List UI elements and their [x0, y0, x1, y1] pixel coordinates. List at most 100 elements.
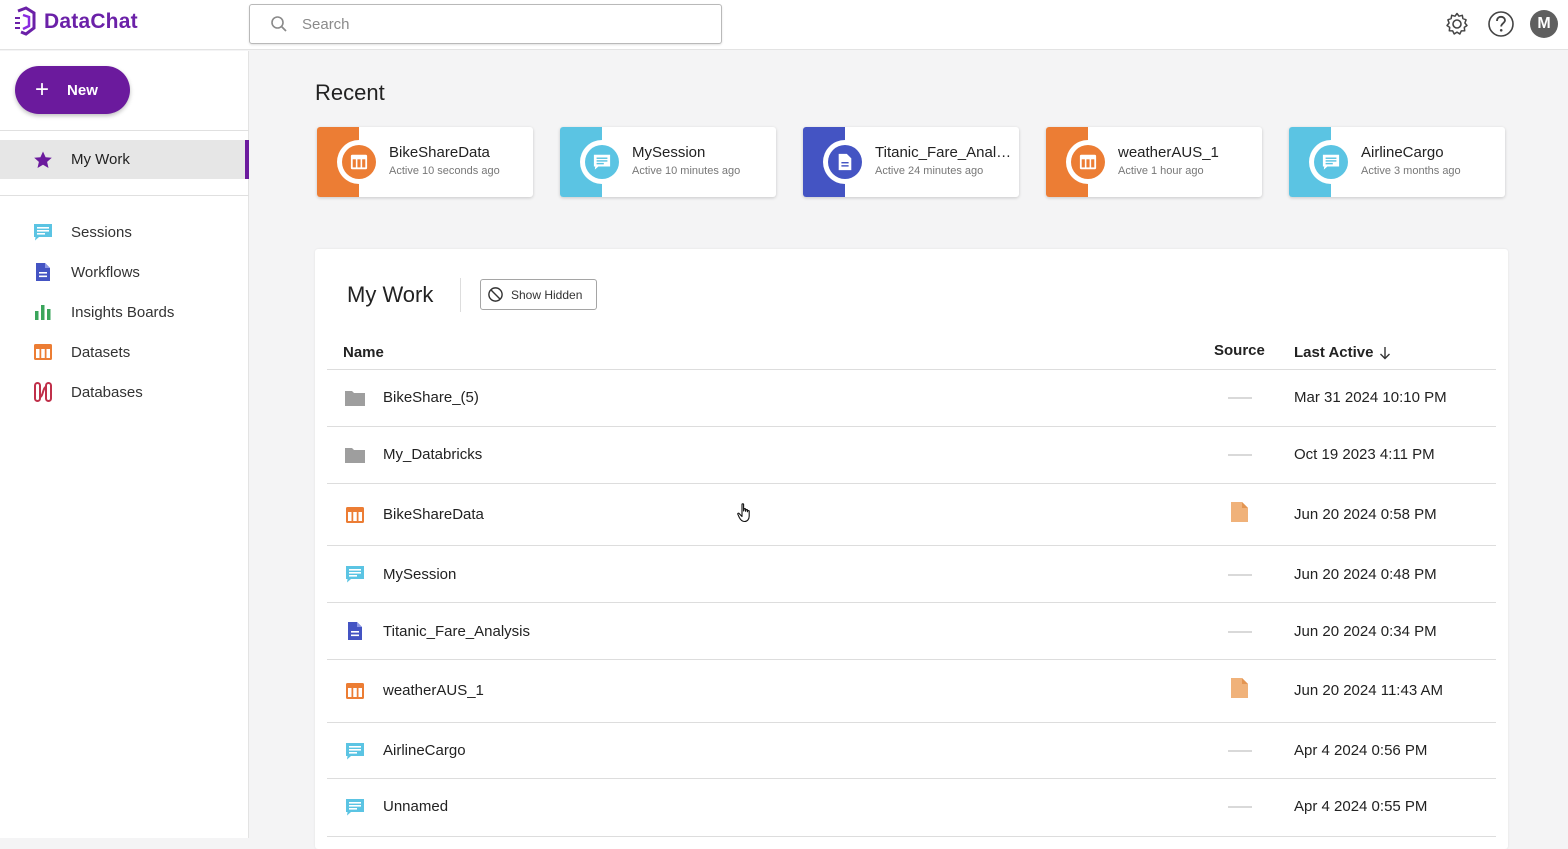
datachat-logo[interactable]: DataChat	[12, 6, 138, 38]
table-row[interactable]: MySession Jun 20 2024 0:48 PM	[327, 546, 1496, 603]
sidebar: + New My Work Sessions Workflows Insight…	[0, 51, 249, 838]
card-title: MySession	[632, 144, 706, 161]
column-header-source[interactable]: Source	[1214, 342, 1265, 359]
document-icon	[838, 153, 852, 171]
source-empty	[1228, 397, 1252, 399]
document-icon	[36, 263, 50, 281]
row-last-active: Apr 4 2024 0:56 PM	[1294, 742, 1428, 759]
table-row[interactable]: My_Databricks Oct 19 2023 4:11 PM	[327, 427, 1496, 484]
sidebar-item-my-work[interactable]: My Work	[0, 140, 249, 179]
database-icon	[34, 382, 52, 402]
show-hidden-button[interactable]: Show Hidden	[480, 279, 597, 310]
divider	[460, 278, 461, 312]
card-subtitle: Active 24 minutes ago	[875, 165, 984, 177]
table-icon	[1079, 154, 1097, 170]
table-row[interactable]: AirlineCargo Apr 4 2024 0:56 PM	[327, 723, 1496, 779]
arrow-down-icon	[1380, 346, 1391, 359]
sidebar-item-datasets[interactable]: Datasets	[0, 332, 249, 372]
sidebar-item-label: Datasets	[71, 343, 131, 361]
table-row[interactable]: BikeShare_(5) Mar 31 2024 10:10 PM	[327, 370, 1496, 427]
sidebar-item-sessions[interactable]: Sessions	[0, 212, 249, 252]
row-last-active: Jun 20 2024 0:48 PM	[1294, 566, 1437, 583]
recent-card[interactable]: Titanic_Fare_Anal… Active 24 minutes ago	[803, 127, 1019, 197]
source-empty	[1228, 454, 1252, 456]
chat-icon	[346, 799, 364, 816]
sidebar-item-databases[interactable]: Databases	[0, 372, 249, 412]
column-header-label: Last Active	[1294, 344, 1374, 361]
table-row[interactable]: Unnamed Apr 4 2024 0:55 PM	[327, 779, 1496, 837]
row-name: BikeShareData	[383, 506, 484, 523]
card-title: Titanic_Fare_Anal…	[875, 144, 1012, 161]
show-hidden-label: Show Hidden	[511, 287, 583, 302]
hand-cursor-icon	[737, 503, 750, 523]
divider	[0, 130, 249, 131]
plus-icon: +	[35, 76, 50, 103]
new-button-label: New	[67, 81, 98, 99]
chat-icon	[593, 154, 611, 170]
sidebar-item-label: Workflows	[71, 263, 140, 281]
table-row[interactable]: BikeShareData Jun 20 2024 0:58 PM	[327, 484, 1496, 546]
card-title: BikeShareData	[389, 144, 490, 161]
row-last-active: Mar 31 2024 10:10 PM	[1294, 389, 1447, 406]
gear-icon	[1446, 12, 1468, 35]
folder-icon	[345, 391, 365, 406]
row-name: BikeShare_(5)	[383, 389, 479, 406]
sidebar-item-label: Insights Boards	[71, 303, 175, 321]
chat-icon	[346, 743, 364, 760]
recent-card[interactable]: MySession Active 10 minutes ago	[560, 127, 776, 197]
recent-card[interactable]: weatherAUS_1 Active 1 hour ago	[1046, 127, 1262, 197]
table-icon	[350, 154, 368, 170]
sidebar-item-insights-boards[interactable]: Insights Boards	[0, 292, 249, 332]
row-last-active: Jun 20 2024 0:34 PM	[1294, 623, 1437, 640]
logo-icon	[15, 6, 36, 36]
row-last-active: Apr 4 2024 0:55 PM	[1294, 798, 1428, 815]
table-icon	[346, 507, 364, 523]
row-last-active: Jun 20 2024 11:43 AM	[1294, 682, 1444, 699]
row-name: Titanic_Fare_Analysis	[383, 623, 531, 640]
sidebar-item-label: Databases	[71, 383, 143, 401]
source-empty	[1228, 750, 1252, 752]
help-icon	[1488, 11, 1514, 37]
document-icon	[348, 622, 362, 640]
card-subtitle: Active 1 hour ago	[1118, 165, 1204, 177]
sidebar-item-workflows[interactable]: Workflows	[0, 252, 249, 292]
row-name: My_Databricks	[383, 446, 483, 463]
app-name: DataChat	[44, 10, 138, 33]
sidebar-item-label: My Work	[71, 151, 130, 168]
row-name: weatherAUS_1	[383, 682, 484, 699]
card-subtitle: Active 10 seconds ago	[389, 165, 500, 177]
source-empty	[1228, 806, 1252, 808]
recent-card[interactable]: BikeShareData Active 10 seconds ago	[317, 127, 533, 197]
divider	[0, 195, 249, 196]
my-work-table: Name Source Last Active BikeShare_(5) Ma…	[327, 333, 1496, 837]
table-icon	[346, 683, 364, 699]
settings-button[interactable]	[1442, 9, 1472, 39]
panel-title: My Work	[347, 282, 434, 307]
card-subtitle: Active 10 minutes ago	[632, 165, 741, 177]
column-header-name[interactable]: Name	[343, 344, 384, 361]
search-bar[interactable]	[249, 4, 722, 44]
chat-icon	[1322, 154, 1340, 170]
chat-icon	[346, 566, 364, 583]
row-name: MySession	[383, 566, 457, 583]
row-last-active: Jun 20 2024 0:58 PM	[1294, 506, 1437, 523]
my-work-panel: My Work Show Hidden Name Source Last Act…	[315, 249, 1508, 849]
star-icon	[34, 151, 52, 168]
table-header: Name Source Last Active	[327, 333, 1496, 370]
bar-chart-icon	[35, 305, 51, 320]
file-icon	[1231, 678, 1248, 698]
folder-icon	[345, 448, 365, 463]
search-input[interactable]	[302, 15, 702, 33]
row-name: Unnamed	[383, 798, 449, 815]
new-button[interactable]: + New	[15, 66, 130, 114]
hidden-icon	[488, 287, 503, 302]
recent-cards: BikeShareData Active 10 seconds ago MySe…	[317, 127, 1505, 197]
recent-card[interactable]: AirlineCargo Active 3 months ago	[1289, 127, 1505, 197]
row-last-active: Oct 19 2023 4:11 PM	[1294, 446, 1435, 463]
column-header-last-active[interactable]: Last Active	[1294, 344, 1391, 361]
table-row[interactable]: Titanic_Fare_Analysis Jun 20 2024 0:34 P…	[327, 603, 1496, 660]
search-icon	[271, 16, 287, 32]
table-row[interactable]: weatherAUS_1 Jun 20 2024 11:43 AM	[327, 660, 1496, 723]
user-avatar[interactable]: M	[1530, 10, 1558, 38]
help-button[interactable]	[1486, 9, 1516, 39]
